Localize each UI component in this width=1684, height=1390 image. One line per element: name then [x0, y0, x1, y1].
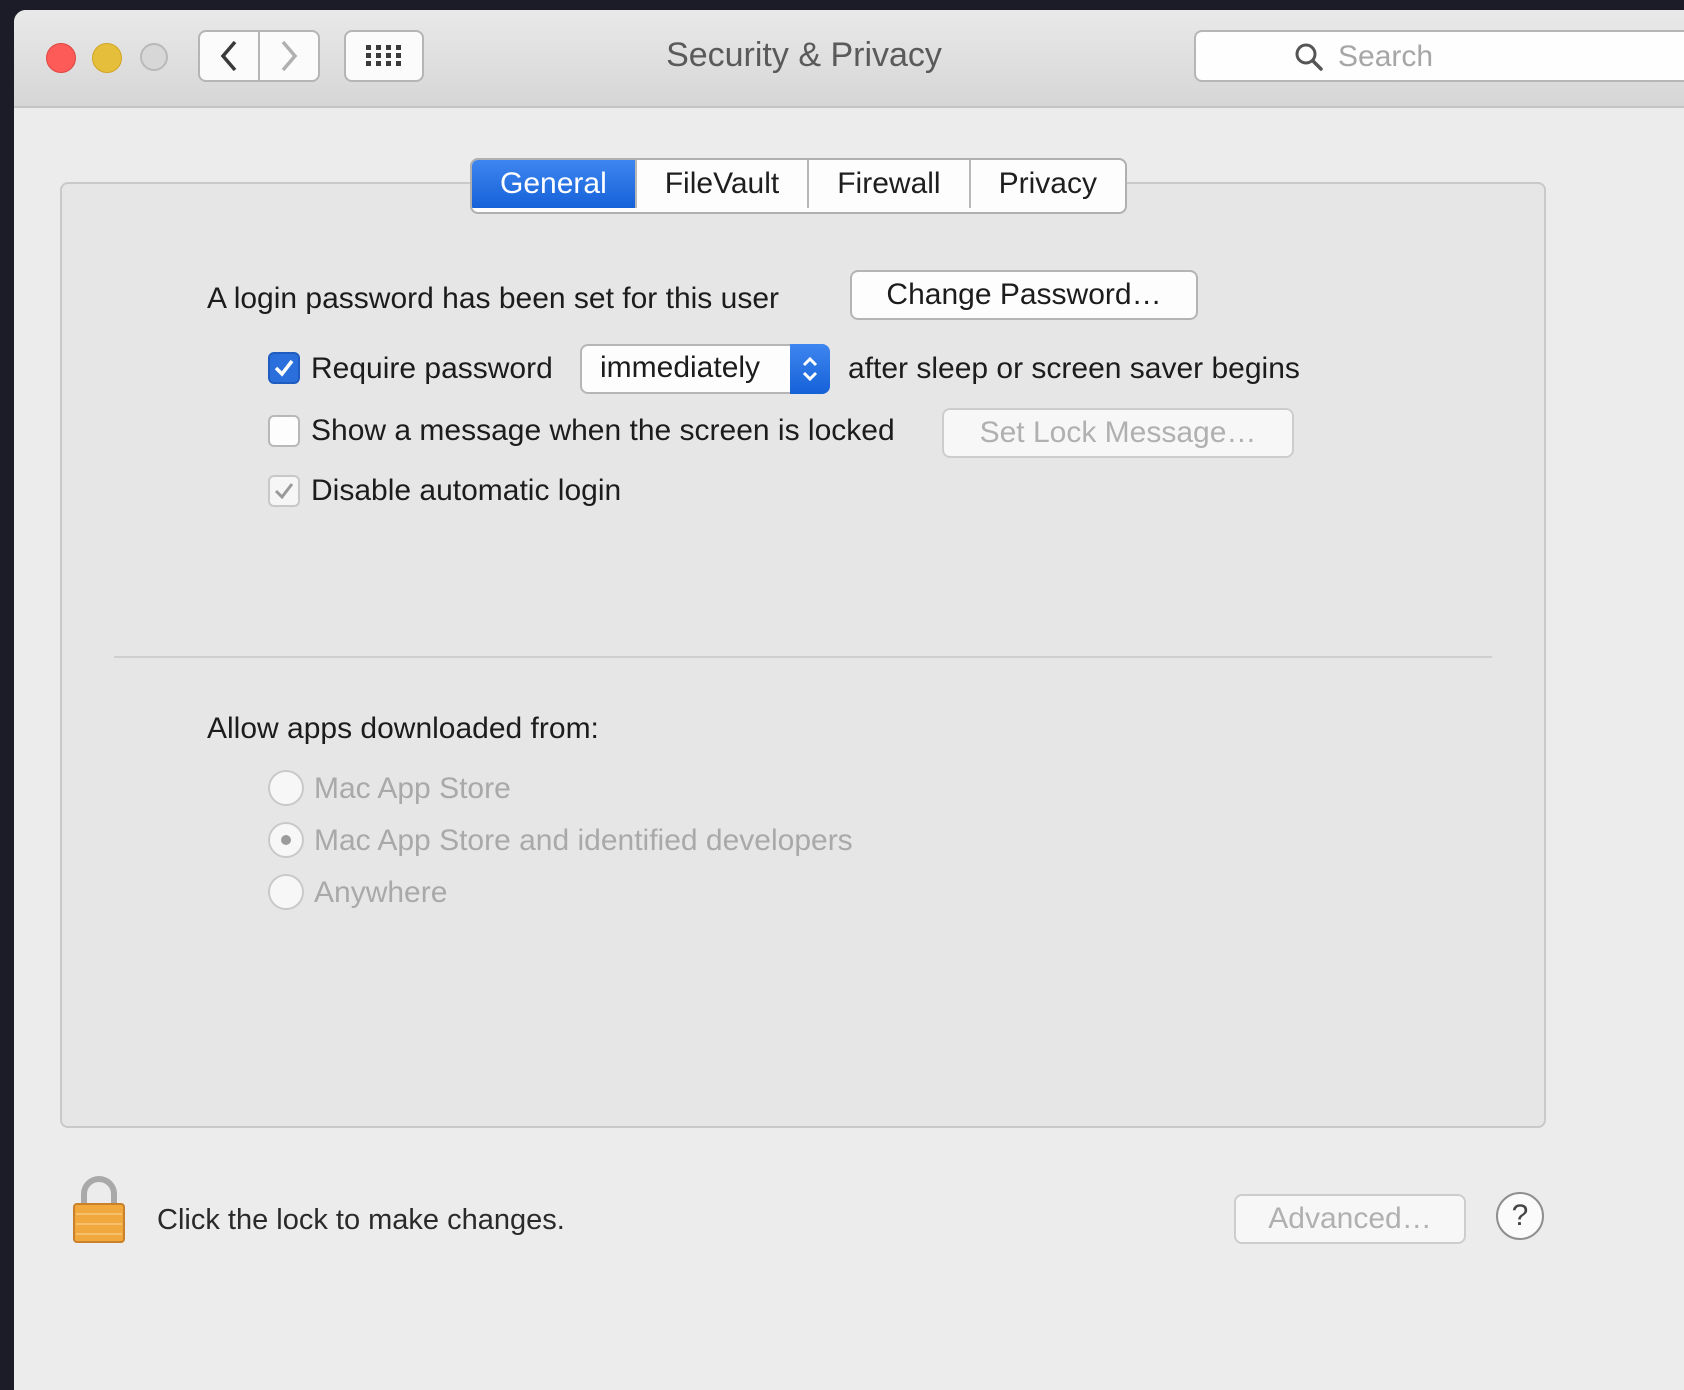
tab-privacy[interactable]: Privacy — [971, 160, 1125, 208]
set-lock-message-button[interactable]: Set Lock Message… — [942, 408, 1294, 458]
tab-filevault[interactable]: FileVault — [637, 160, 810, 208]
checkmark-icon — [274, 483, 294, 500]
search-field[interactable]: Search — [1194, 30, 1684, 82]
checkmark-icon — [274, 359, 294, 377]
updown-arrows-icon — [790, 344, 830, 394]
change-password-button[interactable]: Change Password… — [850, 270, 1198, 320]
disable-automatic-login-checkbox[interactable] — [268, 475, 300, 507]
search-icon — [1295, 43, 1323, 71]
disable-automatic-login-label: Disable automatic login — [311, 474, 622, 507]
preferences-window: Security & Privacy Search General FileVa… — [14, 10, 1684, 1390]
search-placeholder: Search — [1338, 40, 1434, 73]
section-divider — [114, 656, 1492, 658]
advanced-button[interactable]: Advanced… — [1234, 1194, 1466, 1244]
radio-label-anywhere: Anywhere — [314, 876, 448, 909]
radio-mac-app-store[interactable] — [268, 770, 304, 806]
require-password-delay-select[interactable]: immediately — [580, 344, 830, 394]
allow-apps-heading: Allow apps downloaded from: — [207, 712, 599, 745]
tab-general[interactable]: General — [472, 160, 637, 208]
tab-firewall[interactable]: Firewall — [809, 160, 971, 208]
tab-bar: General FileVault Firewall Privacy — [470, 158, 1127, 214]
show-message-checkbox[interactable] — [268, 415, 300, 447]
help-button[interactable]: ? — [1496, 1192, 1544, 1240]
radio-label-mac-app-store: Mac App Store — [314, 772, 511, 805]
radio-identified-developers[interactable] — [268, 822, 304, 858]
settings-panel — [60, 182, 1546, 1128]
require-password-checkbox[interactable] — [268, 352, 300, 384]
radio-selected-dot — [281, 835, 291, 845]
select-value: immediately — [600, 351, 761, 384]
require-password-label: Require password — [311, 352, 553, 385]
radio-anywhere[interactable] — [268, 874, 304, 910]
radio-label-identified-developers: Mac App Store and identified developers — [314, 824, 853, 857]
help-icon: ? — [1511, 1199, 1529, 1232]
lock-hint-text: Click the lock to make changes. — [157, 1204, 565, 1236]
title-bar: Security & Privacy Search — [14, 10, 1684, 108]
login-password-text: A login password has been set for this u… — [207, 282, 779, 315]
show-message-label: Show a message when the screen is locked — [311, 414, 895, 447]
lock-icon[interactable] — [70, 1176, 128, 1246]
after-sleep-text: after sleep or screen saver begins — [848, 352, 1300, 385]
